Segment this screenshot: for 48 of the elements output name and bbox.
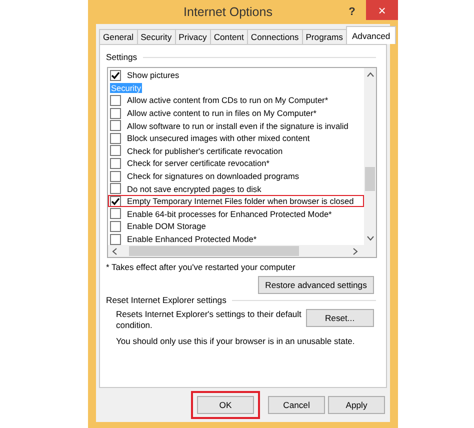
group-label: Settings (106, 52, 138, 62)
window-title: Internet Options (182, 5, 274, 19)
setting-label[interactable]: Enable Enhanced Protected Mode* (127, 234, 257, 244)
checkbox[interactable] (110, 108, 121, 119)
checkbox[interactable] (110, 120, 121, 132)
setting-label[interactable]: Check for publisher's certificate revocation (127, 146, 283, 156)
vertical-scrollbar[interactable] (364, 68, 376, 245)
setting-label[interactable]: Empty Temporary Internet Files folder when browser is closed (127, 196, 354, 206)
reset-button[interactable]: Reset... (306, 309, 374, 327)
tab[interactable]: Security (136, 29, 176, 44)
setting-label[interactable]: Enable 64-bit processes for Enhanced Protected Mode* (127, 208, 332, 219)
tab[interactable]: Programs (302, 29, 347, 44)
footnote-text: * Takes effect after you've restarted your computer (106, 262, 296, 272)
setting-label[interactable]: Allow active content from CDs to run on My Computer* (127, 95, 328, 106)
restore-button[interactable]: Restore advanced settings (258, 276, 374, 294)
warning-text: You should only use this if your browser is in an unusable state. (115, 336, 356, 346)
tab[interactable]: Advanced (346, 26, 396, 44)
checkbox[interactable] (110, 208, 121, 220)
dialog-button[interactable]: OK (197, 396, 254, 414)
setting-label[interactable]: Block unsecured images with other mixed content (127, 133, 310, 144)
setting-label[interactable]: Check for server certificate revocation* (127, 158, 270, 168)
checkbox[interactable] (110, 170, 121, 182)
help-button[interactable]: ? (340, 2, 364, 22)
checkbox[interactable] (110, 234, 121, 245)
checkbox[interactable] (110, 220, 121, 232)
scroll-thumb[interactable] (129, 246, 299, 256)
group-label: Reset Internet Explorer settings (106, 295, 226, 305)
checkbox[interactable] (110, 132, 121, 144)
tab[interactable]: General (99, 29, 138, 44)
reset-description: Resets Internet Explorer's settings to their default condition. (116, 309, 302, 330)
setting-label[interactable]: Show pictures (127, 70, 180, 80)
setting-label[interactable]: Enable DOM Storage (127, 221, 206, 232)
setting-label[interactable]: Allow software to run or install even if the signature is invalid (127, 120, 348, 131)
scroll-thumb[interactable] (365, 167, 375, 191)
horizontal-scrollbar[interactable] (108, 245, 376, 257)
tab[interactable]: Privacy (174, 29, 211, 44)
dialog-button[interactable]: Cancel (268, 396, 325, 414)
checkbox[interactable] (110, 196, 121, 206)
dialog-button[interactable]: Apply (328, 396, 385, 414)
close-button[interactable]: × (366, 0, 398, 20)
checkbox[interactable] (110, 70, 121, 81)
checkbox[interactable] (110, 145, 121, 156)
checkbox[interactable] (110, 94, 121, 106)
setting-label[interactable]: Do not save encrypted pages to disk (127, 184, 262, 194)
setting-label[interactable]: Check for signatures on downloaded programs (127, 171, 300, 182)
checkbox[interactable] (110, 183, 121, 194)
setting-label[interactable]: Allow active content to run in files on My Computer* (127, 108, 317, 118)
checkbox[interactable] (110, 158, 121, 169)
